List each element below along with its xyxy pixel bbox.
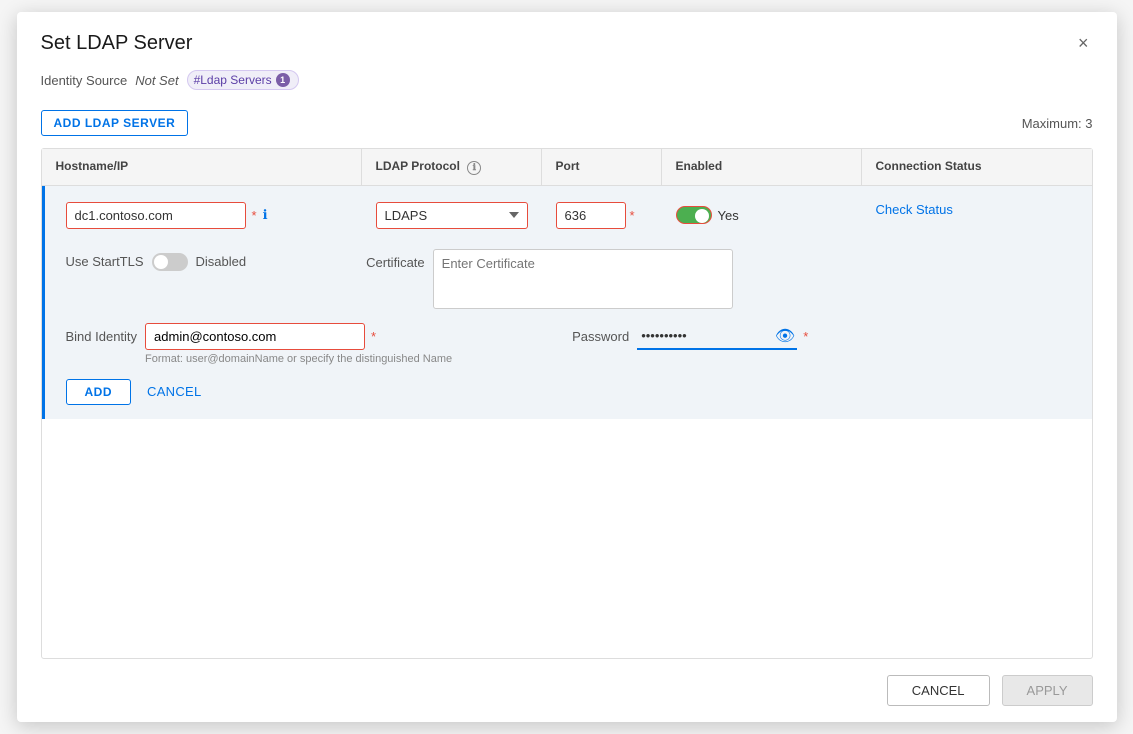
bind-password-row: Bind Identity * Format: user@domainName …	[42, 315, 1092, 371]
bind-identity-label: Bind Identity	[66, 323, 138, 344]
protocol-cell: LDAPS LDAP	[362, 196, 542, 235]
set-ldap-dialog: Set LDAP Server × Identity Source Not Se…	[17, 12, 1117, 722]
dialog-footer: CANCEL APPLY	[17, 659, 1117, 722]
close-button[interactable]: ×	[1074, 30, 1093, 56]
toolbar: ADD LDAP SERVER Maximum: 3	[17, 102, 1117, 148]
footer-cancel-button[interactable]: CANCEL	[887, 675, 990, 706]
th-connection-status: Connection Status	[862, 149, 1092, 185]
hostname-input[interactable]	[66, 202, 246, 229]
check-status-link[interactable]: Check Status	[876, 196, 953, 217]
port-required: *	[630, 208, 635, 223]
tag-count: 1	[276, 73, 290, 87]
bind-identity-field: * Format: user@domainName or specify the…	[145, 323, 452, 365]
password-required: *	[803, 329, 808, 344]
dialog-subtitle: Identity Source Not Set #Ldap Servers 1	[17, 66, 1117, 102]
protocol-info-icon[interactable]: ℹ	[467, 161, 481, 175]
subtitle-text: Identity Source	[41, 73, 128, 88]
th-enabled: Enabled	[662, 149, 862, 185]
table-row: * ℹ LDAPS LDAP *	[42, 186, 1092, 245]
identity-tag: #Ldap Servers 1	[187, 70, 299, 90]
add-ldap-button[interactable]: ADD LDAP SERVER	[41, 110, 189, 136]
connection-status-cell: Check Status	[862, 196, 1092, 235]
password-input[interactable]	[637, 323, 797, 350]
starttls-cert-row: Use StartTLS Disabled Certificate	[42, 245, 1092, 315]
starttls-thumb	[154, 255, 168, 269]
starttls-group: Use StartTLS Disabled	[66, 249, 247, 271]
hostname-cell: * ℹ	[42, 196, 362, 235]
form-action-row: ADD CANCEL	[42, 371, 1092, 419]
starttls-toggle[interactable]	[152, 253, 188, 271]
ldap-table: Hostname/IP LDAP Protocol ℹ Port Enabled…	[41, 148, 1093, 659]
bind-identity-input[interactable]	[145, 323, 365, 350]
certificate-textarea[interactable]	[433, 249, 733, 309]
port-cell: *	[542, 196, 662, 235]
port-input[interactable]	[556, 202, 626, 229]
form-cancel-button[interactable]: CANCEL	[147, 384, 202, 399]
dialog-title: Set LDAP Server	[41, 32, 193, 55]
bind-identity-group: Bind Identity * Format: user@domainName …	[66, 323, 453, 365]
password-field: 👁	[637, 323, 797, 350]
enabled-label: Yes	[718, 208, 739, 223]
max-label: Maximum: 3	[1022, 116, 1093, 131]
subtitle-not-set: Not Set	[135, 73, 178, 88]
enabled-cell: Yes	[662, 196, 862, 235]
starttls-label: Use StartTLS	[66, 254, 144, 269]
hostname-required: *	[252, 208, 257, 223]
toggle-thumb	[695, 209, 709, 223]
footer-apply-button: APPLY	[1002, 675, 1093, 706]
password-eye-icon[interactable]: 👁	[775, 326, 795, 346]
bind-hint: Format: user@domainName or specify the d…	[145, 353, 452, 365]
protocol-select[interactable]: LDAPS LDAP	[376, 202, 528, 229]
add-button[interactable]: ADD	[66, 379, 132, 405]
certificate-group: Certificate	[366, 249, 733, 309]
th-protocol: LDAP Protocol ℹ	[362, 149, 542, 185]
table-header: Hostname/IP LDAP Protocol ℹ Port Enabled…	[42, 149, 1092, 186]
starttls-status: Disabled	[196, 254, 247, 269]
bind-required: *	[371, 329, 376, 344]
tag-label: #Ldap Servers	[194, 73, 272, 87]
dialog-header: Set LDAP Server ×	[17, 12, 1117, 66]
enabled-toggle[interactable]	[676, 206, 712, 224]
password-group: Password 👁 *	[572, 323, 808, 350]
password-label: Password	[572, 323, 629, 344]
certificate-label: Certificate	[366, 249, 425, 270]
th-hostname: Hostname/IP	[42, 149, 362, 185]
th-port: Port	[542, 149, 662, 185]
hostname-info-icon[interactable]: ℹ	[263, 207, 268, 223]
